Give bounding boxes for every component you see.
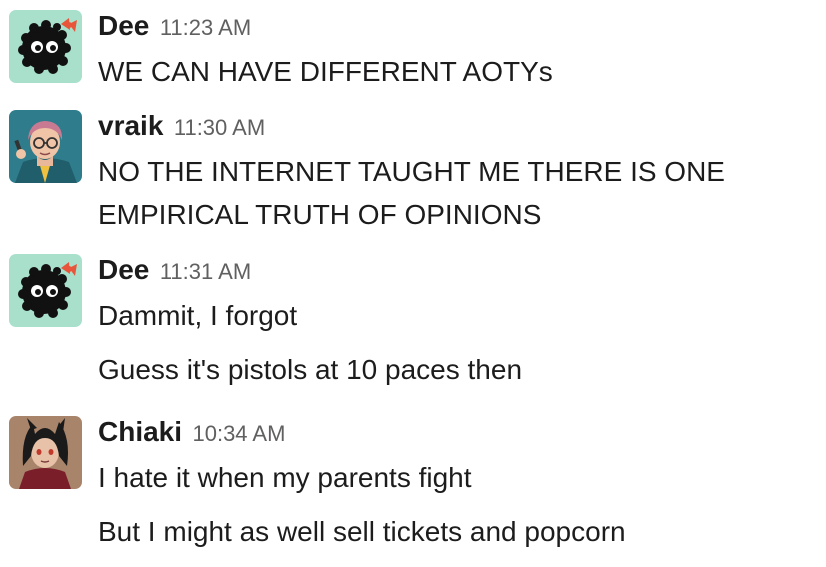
avatar[interactable] [9, 416, 82, 489]
message-item: Dee 11:23 AM WE CAN HAVE DIFFERENT AOTYs [0, 10, 826, 100]
author-name[interactable]: Dee [98, 10, 149, 41]
message-header: Chiaki 10:34 AM [98, 416, 285, 456]
message-header: Dee 11:23 AM [98, 10, 251, 50]
message-item: Dee 11:31 AM Dammit, I forgot Guess it's… [0, 254, 826, 394]
soot-sprite-avatar-icon [9, 10, 82, 83]
message-text: I hate it when my parents fight [98, 462, 472, 493]
author-name[interactable]: vraik [98, 110, 163, 141]
message-text: Guess it's pistols at 10 paces then [98, 354, 523, 385]
avatar[interactable] [9, 254, 82, 327]
timestamp[interactable]: 11:31 AM [160, 259, 251, 284]
author-name[interactable]: Chiaki [98, 416, 182, 447]
message-header: Dee 11:31 AM [98, 254, 251, 294]
message-text: EMPIRICAL TRUTH OF OPINIONS [98, 199, 542, 230]
message-text: But I might as well sell tickets and pop… [98, 516, 626, 547]
message-text: Dammit, I forgot [98, 300, 298, 331]
glasses-person-avatar-icon [9, 110, 82, 183]
author-name[interactable]: Dee [98, 254, 149, 285]
timestamp[interactable]: 11:23 AM [160, 15, 251, 40]
soot-sprite-avatar-icon [9, 254, 82, 327]
avatar[interactable] [9, 110, 82, 183]
avatar[interactable] [9, 10, 82, 83]
message-text: WE CAN HAVE DIFFERENT AOTYs [98, 56, 553, 87]
dark-hair-character-avatar-icon [9, 416, 82, 489]
message-item: vraik 11:30 AM NO THE INTERNET TAUGHT ME… [0, 110, 826, 240]
message-item: Chiaki 10:34 AM I hate it when my parent… [0, 416, 826, 556]
timestamp[interactable]: 11:30 AM [174, 115, 265, 140]
timestamp[interactable]: 10:34 AM [192, 421, 285, 446]
message-header: vraik 11:30 AM [98, 110, 265, 150]
message-text: NO THE INTERNET TAUGHT ME THERE IS ONE [98, 156, 725, 187]
